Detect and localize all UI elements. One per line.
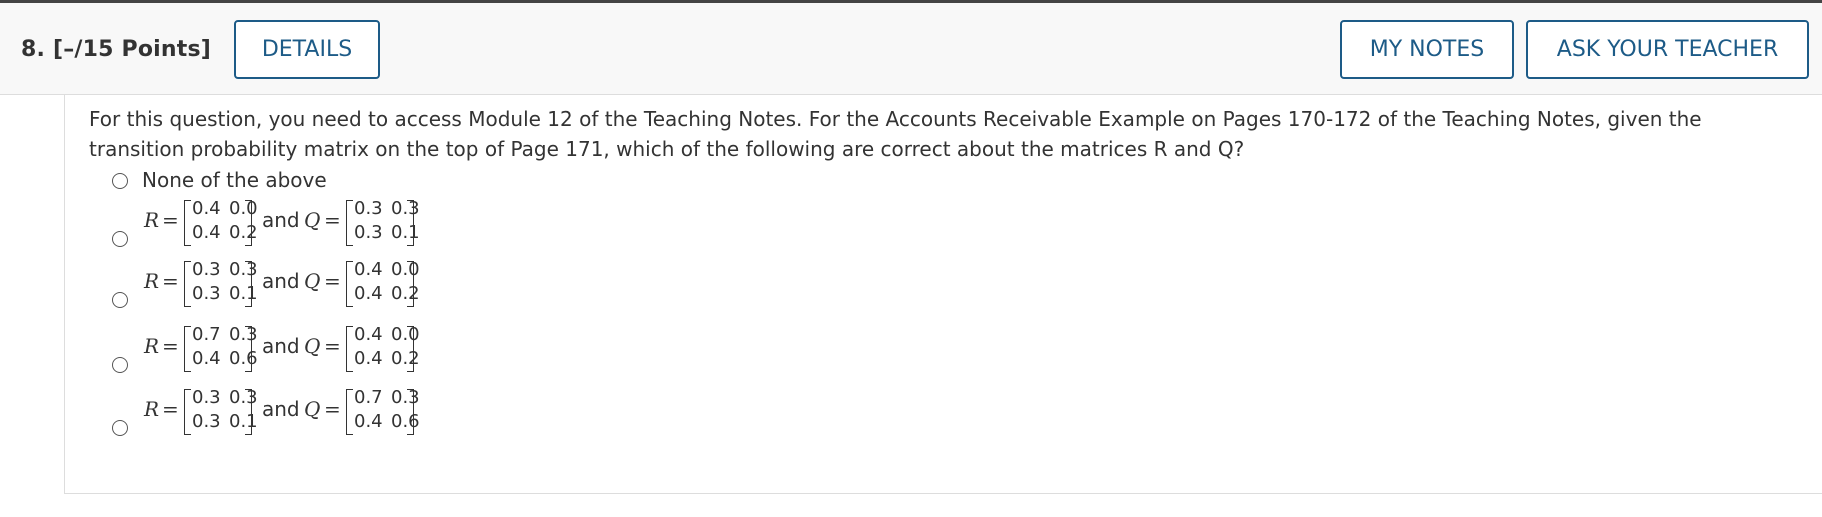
equals-sign: = (324, 269, 341, 293)
question-header: 8. [–/15 Points] DETAILS MY NOTES ASK YO… (0, 3, 1822, 95)
q-symbol: Q (304, 397, 321, 421)
option-math: R = 0.3 0.3 0.3 0.1 and Q = 0.7 0.3 0.4 0.6 (142, 383, 502, 443)
matrix-left-bracket (184, 389, 191, 435)
matrix-left-bracket (346, 200, 353, 246)
matrix-cell: 0.4 (192, 348, 221, 369)
matrix-cell: 0.0 (391, 324, 420, 345)
option-math: R = 0.4 0.0 0.4 0.2 and Q = 0.3 0.3 0.3 0.1 (142, 194, 502, 254)
radio-button[interactable] (112, 420, 128, 436)
matrix: 0.7 0.3 0.4 0.6 (346, 387, 420, 437)
matrix-left-bracket (346, 326, 353, 372)
matrix-cell: 0.7 (192, 324, 221, 345)
r-symbol: R (144, 334, 160, 358)
q-symbol: Q (304, 208, 321, 232)
matrix-cell: 0.3 (192, 411, 221, 432)
matrix-cell: 0.2 (229, 222, 258, 243)
matrix-cell: 0.3 (229, 387, 258, 408)
matrix-cell: 0.3 (354, 198, 383, 219)
option-matrix-2[interactable]: R = 0.3 0.3 0.3 0.1 and Q = 0.4 0.0 0.4 0.2 (112, 255, 512, 315)
matrix: 0.3 0.3 0.3 0.1 (346, 198, 420, 248)
matrix-cell: 0.1 (229, 283, 258, 304)
matrix: 0.4 0.0 0.4 0.2 (346, 259, 420, 309)
radio-button[interactable] (112, 231, 128, 247)
matrix-cell: 0.3 (391, 198, 420, 219)
equals-sign: = (162, 397, 179, 421)
option-math: R = 0.7 0.3 0.4 0.6 and Q = 0.4 0.0 0.4 0.2 (142, 320, 502, 380)
matrix-cell: 0.0 (229, 198, 258, 219)
r-symbol: R (144, 397, 160, 421)
option-label: None of the above (142, 168, 327, 192)
matrix-cell: 0.3 (192, 259, 221, 280)
matrix-cell: 0.2 (391, 348, 420, 369)
option-matrix-4[interactable]: R = 0.3 0.3 0.3 0.1 and Q = 0.7 0.3 0.4 0.6 (112, 383, 512, 443)
matrix-cell: 0.1 (229, 411, 258, 432)
matrix-left-bracket (346, 261, 353, 307)
equals-sign: = (162, 334, 179, 358)
matrix-cell: 0.3 (229, 324, 258, 345)
and-label: and (262, 269, 300, 293)
equals-sign: = (162, 269, 179, 293)
ask-your-teacher-button[interactable]: ASK YOUR TEACHER (1526, 20, 1809, 79)
equals-sign: = (324, 334, 341, 358)
equals-sign: = (162, 208, 179, 232)
matrix: 0.4 0.0 0.4 0.2 (346, 324, 420, 374)
q-symbol: Q (304, 334, 321, 358)
matrix-cell: 0.3 (354, 222, 383, 243)
and-label: and (262, 208, 300, 232)
question-body: For this question, you need to access Mo… (64, 94, 1822, 494)
equals-sign: = (324, 397, 341, 421)
r-symbol: R (144, 269, 160, 293)
question-number: 8. [–/15 Points] (21, 37, 211, 62)
my-notes-button[interactable]: MY NOTES (1340, 20, 1514, 79)
matrix-cell: 0.3 (192, 283, 221, 304)
matrix-cell: 0.2 (391, 283, 420, 304)
r-symbol: R (144, 208, 160, 232)
details-button[interactable]: DETAILS (234, 20, 380, 79)
matrix-left-bracket (184, 261, 191, 307)
radio-button[interactable] (112, 357, 128, 373)
question-prompt: For this question, you need to access Mo… (89, 107, 1702, 161)
matrix-cell: 0.3 (229, 259, 258, 280)
matrix-cell: 0.7 (354, 387, 383, 408)
matrix-cell: 0.0 (391, 259, 420, 280)
points-label: [–/15 Points] (52, 37, 212, 62)
matrix-cell: 0.3 (391, 387, 420, 408)
matrix-cell: 0.6 (391, 411, 420, 432)
option-none[interactable]: None of the above (112, 167, 512, 197)
matrix-cell: 0.4 (192, 222, 221, 243)
matrix-cell: 0.4 (354, 411, 383, 432)
option-matrix-3[interactable]: R = 0.7 0.3 0.4 0.6 and Q = 0.4 0.0 0.4 0.2 (112, 320, 512, 380)
equals-sign: = (324, 208, 341, 232)
matrix-cell: 0.4 (354, 259, 383, 280)
question-number-label: 8. (21, 37, 46, 62)
and-label: and (262, 334, 300, 358)
matrix-cell: 0.4 (354, 348, 383, 369)
option-math: R = 0.3 0.3 0.3 0.1 and Q = 0.4 0.0 0.4 0.2 (142, 255, 502, 315)
matrix-cell: 0.4 (354, 283, 383, 304)
matrix: 0.4 0.0 0.4 0.2 (184, 198, 258, 248)
matrix: 0.3 0.3 0.3 0.1 (184, 387, 258, 437)
and-label: and (262, 397, 300, 421)
radio-button[interactable] (112, 173, 128, 189)
matrix: 0.3 0.3 0.3 0.1 (184, 259, 258, 309)
matrix-cell: 0.3 (192, 387, 221, 408)
matrix-cell: 0.4 (354, 324, 383, 345)
matrix-left-bracket (184, 326, 191, 372)
matrix-cell: 0.6 (229, 348, 258, 369)
option-matrix-1[interactable]: R = 0.4 0.0 0.4 0.2 and Q = 0.3 0.3 0.3 0.1 (112, 194, 512, 254)
matrix: 0.7 0.3 0.4 0.6 (184, 324, 258, 374)
matrix-cell: 0.4 (192, 198, 221, 219)
matrix-left-bracket (184, 200, 191, 246)
radio-button[interactable] (112, 292, 128, 308)
matrix-left-bracket (346, 389, 353, 435)
matrix-cell: 0.1 (391, 222, 420, 243)
q-symbol: Q (304, 269, 321, 293)
